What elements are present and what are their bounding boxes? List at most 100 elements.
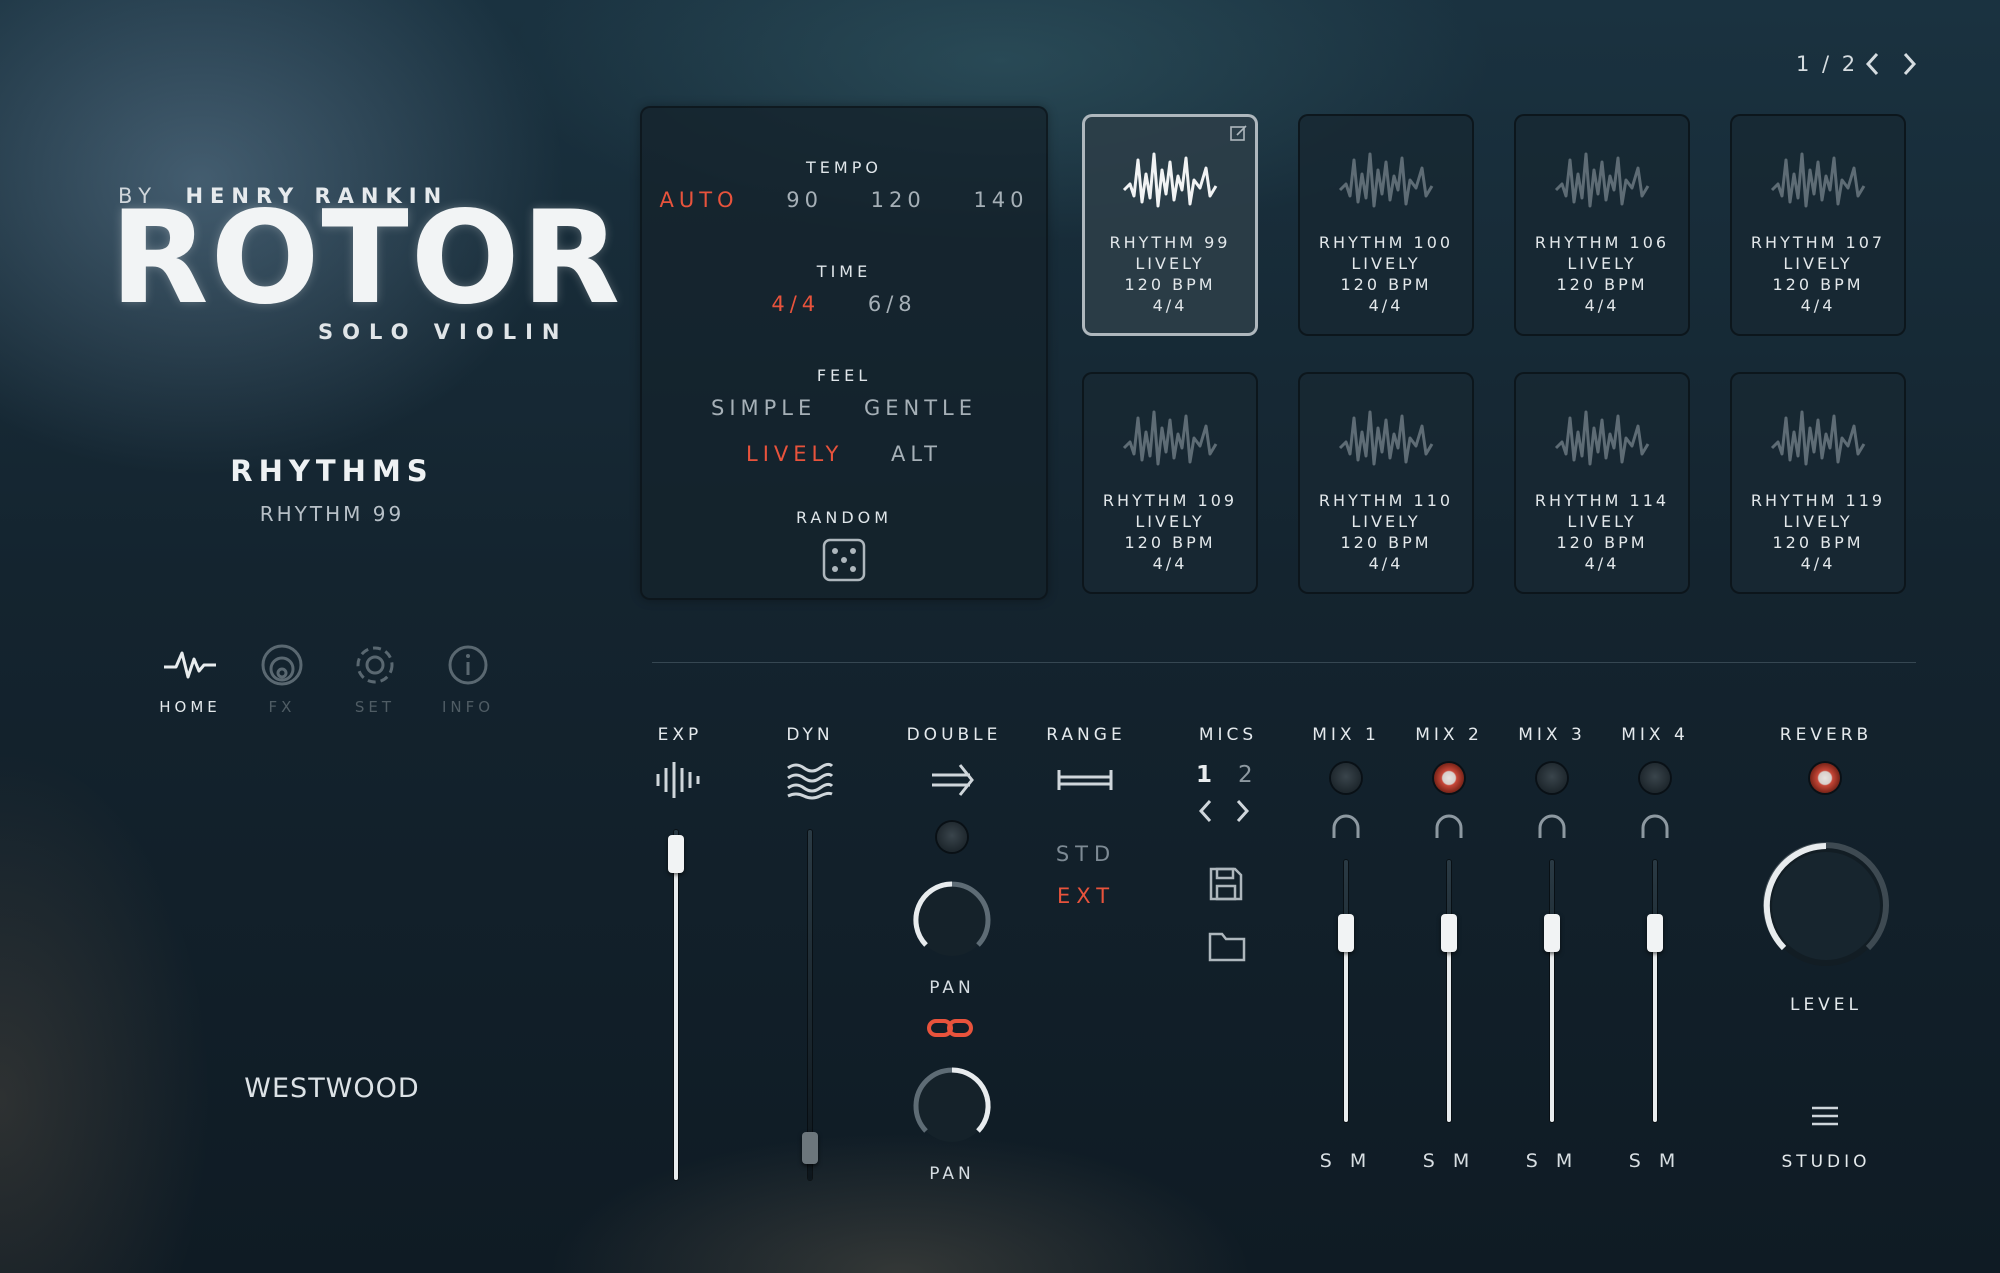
tempo-auto[interactable]: AUTO xyxy=(659,188,738,212)
mix-toggle[interactable] xyxy=(1434,763,1464,793)
pan-label-2: PAN xyxy=(929,1164,975,1184)
double-pan-knob-2[interactable] xyxy=(906,1060,998,1152)
headphones-icon[interactable] xyxy=(1536,814,1568,844)
feel-alt[interactable]: ALT xyxy=(891,442,942,466)
section-divider xyxy=(652,662,1916,663)
rhythm-feel: LIVELY xyxy=(1351,512,1421,531)
feel-lively[interactable]: LIVELY xyxy=(746,442,843,466)
folder-icon[interactable] xyxy=(1208,930,1246,966)
edit-icon[interactable] xyxy=(1230,124,1248,146)
link-icon[interactable] xyxy=(926,1016,974,1044)
solo-button[interactable]: S xyxy=(1320,1150,1338,1172)
dice-icon[interactable] xyxy=(822,538,866,586)
mix-fader-thumb[interactable] xyxy=(1647,914,1663,953)
mics-next-icon[interactable] xyxy=(1232,798,1252,828)
headphones-icon[interactable] xyxy=(1639,814,1671,844)
exp-label: EXP xyxy=(657,725,703,745)
pan-label-1: PAN xyxy=(929,978,975,998)
solo-button[interactable]: S xyxy=(1629,1150,1647,1172)
rhythm-tile[interactable]: RHYTHM 114 LIVELY 120 BPM 4/4 xyxy=(1514,372,1690,594)
solo-button[interactable]: S xyxy=(1423,1150,1441,1172)
nav-info[interactable]: INFO xyxy=(428,640,508,716)
mix-fader-fill xyxy=(1550,933,1554,1122)
rhythm-tile[interactable]: RHYTHM 119 LIVELY 120 BPM 4/4 xyxy=(1730,372,1906,594)
rhythm-options-panel: TEMPO AUTO 90 120 140 TIME 4/4 6/8 FEEL … xyxy=(640,106,1048,600)
exp-icon xyxy=(654,760,704,804)
rhythm-tile[interactable]: RHYTHM 106 LIVELY 120 BPM 4/4 xyxy=(1514,114,1690,336)
rhythm-bpm: 120 BPM xyxy=(1772,275,1864,294)
range-std[interactable]: STD xyxy=(1026,842,1146,866)
rhythm-bpm: 120 BPM xyxy=(1124,533,1216,552)
waveform-icon xyxy=(1514,398,1690,478)
headphones-icon[interactable] xyxy=(1330,814,1362,844)
rhythm-name: RHYTHM 114 xyxy=(1534,491,1670,510)
tempo-140[interactable]: 140 xyxy=(973,188,1028,212)
rhythm-bpm: 120 BPM xyxy=(1124,275,1216,294)
rhythm-feel: LIVELY xyxy=(1135,512,1205,531)
tempo-options: AUTO 90 120 140 xyxy=(640,188,1048,212)
solo-mute: S M xyxy=(1507,1150,1597,1172)
reverb-level-knob[interactable] xyxy=(1756,836,1896,976)
rhythm-name: RHYTHM 110 xyxy=(1318,491,1454,510)
mute-button[interactable]: M xyxy=(1350,1150,1372,1172)
double-label: DOUBLE xyxy=(906,725,1002,745)
rhythm-tile[interactable]: RHYTHM 110 LIVELY 120 BPM 4/4 xyxy=(1298,372,1474,594)
nav-fx[interactable]: FX xyxy=(242,640,322,716)
dyn-label: DYN xyxy=(786,725,834,745)
gear-icon xyxy=(335,640,415,690)
time-4-4[interactable]: 4/4 xyxy=(771,292,820,316)
double-toggle[interactable] xyxy=(937,822,967,852)
save-icon[interactable] xyxy=(1208,866,1244,906)
exp-fader-thumb[interactable] xyxy=(668,834,684,873)
rhythm-tile[interactable]: RHYTHM 100 LIVELY 120 BPM 4/4 xyxy=(1298,114,1474,336)
mics-label: MICS xyxy=(1198,725,1258,745)
waveform-icon xyxy=(1514,140,1690,220)
feel-simple[interactable]: SIMPLE xyxy=(711,396,816,420)
rhythm-tile[interactable]: RHYTHM 99 LIVELY 120 BPM 4/4 xyxy=(1082,114,1258,336)
rhythm-meter: 4/4 xyxy=(1152,296,1188,315)
range-label: RANGE xyxy=(1046,725,1126,745)
menu-icon[interactable] xyxy=(1810,1104,1840,1132)
mics-2[interactable]: 2 xyxy=(1238,762,1253,788)
next-page-icon[interactable] xyxy=(1898,50,1920,82)
rhythm-name: RHYTHM 119 xyxy=(1750,491,1886,510)
rhythm-name: RHYTHM 100 xyxy=(1318,233,1454,252)
rhythm-bpm: 120 BPM xyxy=(1340,275,1432,294)
range-icon xyxy=(1056,766,1114,798)
mics-1[interactable]: 1 xyxy=(1196,762,1212,788)
mute-button[interactable]: M xyxy=(1453,1150,1475,1172)
rhythm-name: RHYTHM 107 xyxy=(1750,233,1886,252)
nav-set[interactable]: SET xyxy=(335,640,415,716)
range-ext[interactable]: EXT xyxy=(1026,884,1146,908)
rhythm-bpm: 120 BPM xyxy=(1772,533,1864,552)
time-6-8[interactable]: 6/8 xyxy=(868,292,917,316)
headphones-icon[interactable] xyxy=(1433,814,1465,844)
reverb-preset-label[interactable]: STUDIO xyxy=(1766,1152,1886,1172)
feel-gentle[interactable]: GENTLE xyxy=(864,396,977,420)
double-pan-knob-1[interactable] xyxy=(906,874,998,966)
mute-button[interactable]: M xyxy=(1659,1150,1681,1172)
mute-button[interactable]: M xyxy=(1556,1150,1578,1172)
tempo-90[interactable]: 90 xyxy=(786,188,823,212)
mix-fader-thumb[interactable] xyxy=(1338,914,1354,953)
rhythm-tile[interactable]: RHYTHM 107 LIVELY 120 BPM 4/4 xyxy=(1730,114,1906,336)
waveform-icon xyxy=(1082,140,1258,220)
tempo-120[interactable]: 120 xyxy=(871,188,926,212)
mix-fader-thumb[interactable] xyxy=(1544,914,1560,953)
mix-toggle[interactable] xyxy=(1640,763,1670,793)
mix-toggle[interactable] xyxy=(1537,763,1567,793)
mics-prev-icon[interactable] xyxy=(1196,798,1216,828)
nav-home[interactable]: HOME xyxy=(150,640,230,716)
reverb-toggle[interactable] xyxy=(1810,763,1840,793)
mix-toggle[interactable] xyxy=(1331,763,1361,793)
waveform-icon xyxy=(1298,140,1474,220)
random-label: RANDOM xyxy=(795,508,893,527)
rhythm-tile[interactable]: RHYTHM 109 LIVELY 120 BPM 4/4 xyxy=(1082,372,1258,594)
prev-page-icon[interactable] xyxy=(1862,50,1884,82)
rhythm-meter: 4/4 xyxy=(1368,554,1404,573)
solo-mute: S M xyxy=(1610,1150,1700,1172)
mix-fader-thumb[interactable] xyxy=(1441,914,1457,953)
dyn-fader-thumb[interactable] xyxy=(802,1132,818,1165)
solo-button[interactable]: S xyxy=(1526,1150,1544,1172)
mix-fader-fill xyxy=(1447,933,1451,1122)
